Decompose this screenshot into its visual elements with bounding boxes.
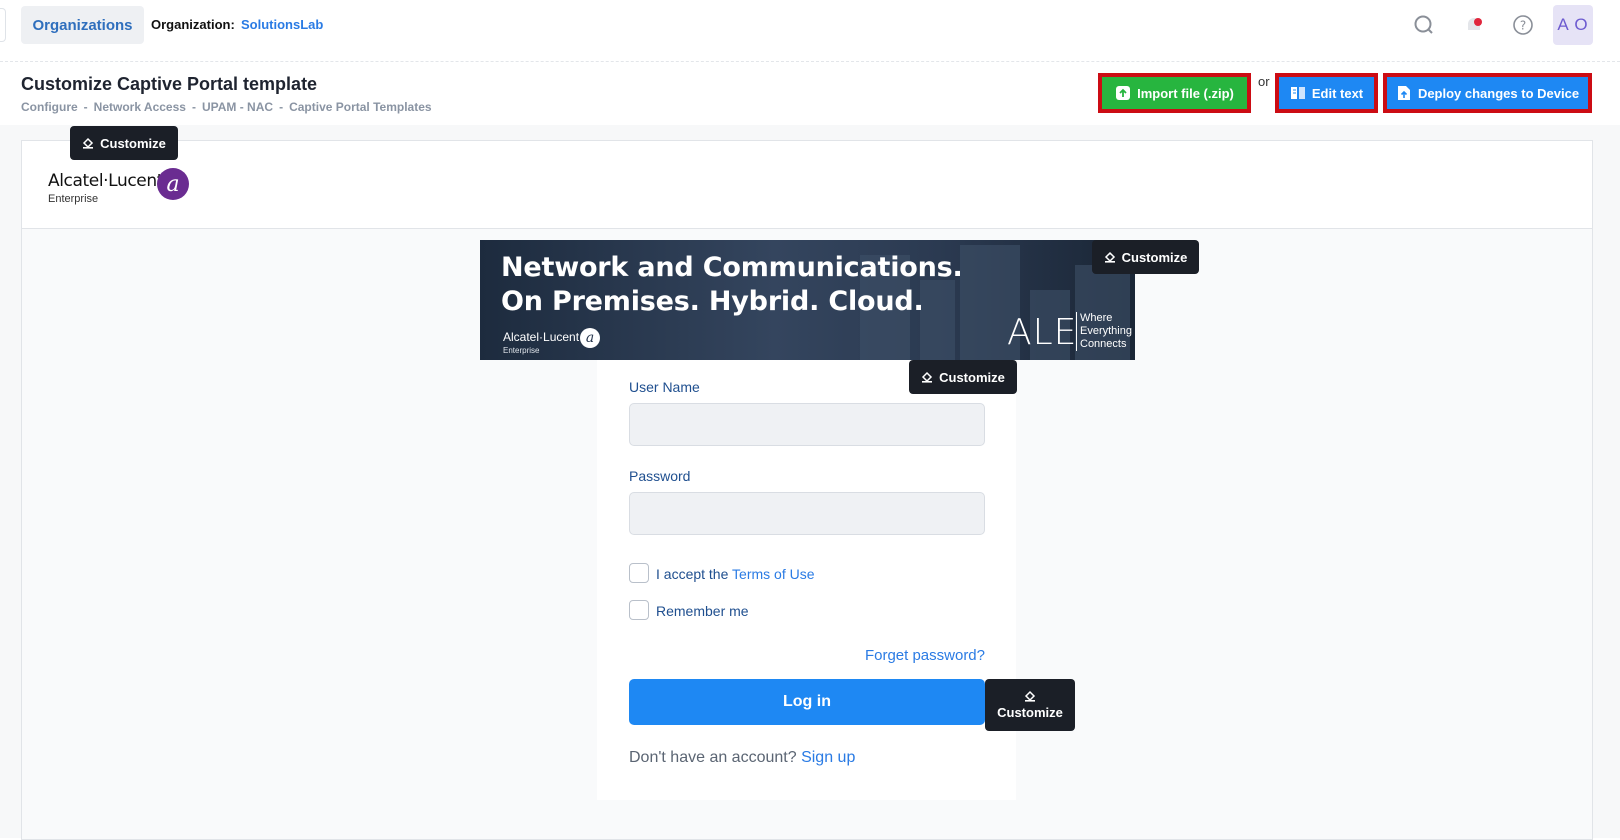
logo-sub-text: Enterprise — [48, 193, 99, 205]
remember-me-checkbox[interactable] — [629, 600, 649, 620]
svg-text:?: ? — [1520, 19, 1526, 33]
file-upload-icon — [1116, 86, 1131, 100]
customize-banner-button[interactable]: Customize — [1092, 240, 1199, 274]
deploy-changes-label: Deploy changes to Device — [1417, 85, 1580, 101]
banner-headline-line1: Network and Communications. — [501, 252, 963, 283]
accept-terms-checkbox[interactable] — [629, 563, 649, 583]
username-input[interactable] — [629, 403, 985, 446]
page-header: Customize Captive Portal template Config… — [0, 63, 1620, 125]
banner-brand-sub: Enterprise — [503, 346, 540, 355]
banner-headline-line2: On Premises. Hybrid. Cloud. — [501, 286, 924, 317]
import-file-label: Import file (.zip) — [1137, 85, 1234, 101]
sign-up-link[interactable]: Sign up — [801, 749, 855, 766]
template-canvas: Alcatel·Lucent Enterprise a Network and … — [0, 125, 1620, 840]
breadcrumb-item[interactable]: Configure — [21, 100, 78, 114]
customize-login-button[interactable]: Customize — [985, 679, 1075, 731]
book-edit-icon — [1290, 87, 1305, 99]
breadcrumb-item[interactable]: Network Access — [94, 100, 186, 114]
edit-text-button[interactable]: Edit text — [1275, 73, 1378, 113]
login-form-card: User Name Password I accept the Terms of… — [597, 360, 1016, 800]
breadcrumb-item[interactable]: Captive Portal Templates — [289, 100, 432, 114]
login-button[interactable]: Log in — [629, 679, 985, 725]
user-avatar[interactable]: A O — [1553, 5, 1593, 45]
alcatel-lucent-logo: Alcatel·Lucent Enterprise a — [46, 166, 189, 211]
paint-bucket-icon — [83, 137, 94, 149]
breadcrumb: Configure - Network Access - UPAM - NAC - Capt… — [21, 100, 432, 114]
accept-terms-label: I accept the Terms of Use — [656, 566, 815, 582]
username-label: User Name — [629, 379, 700, 395]
organizations-tab[interactable]: Organizations — [21, 6, 144, 44]
logo-brand-text: Alcatel·Lucent — [48, 171, 163, 191]
banner-brand-mark-icon: a — [580, 328, 600, 348]
customize-form-button[interactable]: Customize — [909, 360, 1017, 394]
deploy-changes-button[interactable]: Deploy changes to Device — [1383, 73, 1592, 113]
page-title: Customize Captive Portal template — [21, 74, 318, 94]
help-icon[interactable]: ? — [1510, 12, 1536, 38]
breadcrumb-separator: - — [279, 100, 284, 114]
file-upload-icon — [1397, 86, 1410, 100]
notification-bell-icon[interactable] — [1461, 12, 1487, 38]
breadcrumb-separator: - — [83, 100, 88, 114]
banner-tagline: Where Everything Connects — [1076, 312, 1132, 351]
alcatel-lucent-mark-icon: a — [157, 168, 189, 200]
password-input[interactable] — [629, 492, 985, 535]
banner-brand-text: Alcatel·Lucent — [503, 330, 580, 344]
edit-text-label: Edit text — [1311, 85, 1364, 101]
forgot-password-link[interactable]: Forget password? — [865, 647, 985, 664]
search-icon[interactable] — [1411, 12, 1437, 38]
banner-ale-text: ALE — [1007, 312, 1078, 353]
organization-name-link[interactable]: SolutionsLab — [241, 17, 323, 32]
paint-bucket-icon — [1024, 690, 1036, 702]
breadcrumb-separator: - — [191, 100, 196, 114]
remember-me-label: Remember me — [656, 603, 749, 619]
paint-bucket-icon — [922, 371, 933, 383]
password-label: Password — [629, 468, 691, 484]
organization-label: Organization: — [151, 17, 235, 32]
breadcrumb-item[interactable]: UPAM - NAC — [202, 100, 273, 114]
import-file-button[interactable]: Import file (.zip) — [1098, 73, 1251, 113]
customize-logo-button[interactable]: Customize — [70, 126, 178, 160]
portal-logo-bar: Alcatel·Lucent Enterprise a — [22, 141, 1592, 229]
portal-banner: Network and Communications. On Premises.… — [480, 240, 1135, 360]
or-text: or — [1258, 74, 1270, 89]
sidebar-toggle[interactable] — [0, 8, 6, 42]
signup-prompt: Don't have an account? Sign up — [629, 749, 856, 766]
paint-bucket-icon — [1104, 251, 1115, 263]
top-bar: Organizations Organization: SolutionsLab… — [0, 0, 1620, 62]
terms-of-use-link[interactable]: Terms of Use — [732, 566, 814, 582]
